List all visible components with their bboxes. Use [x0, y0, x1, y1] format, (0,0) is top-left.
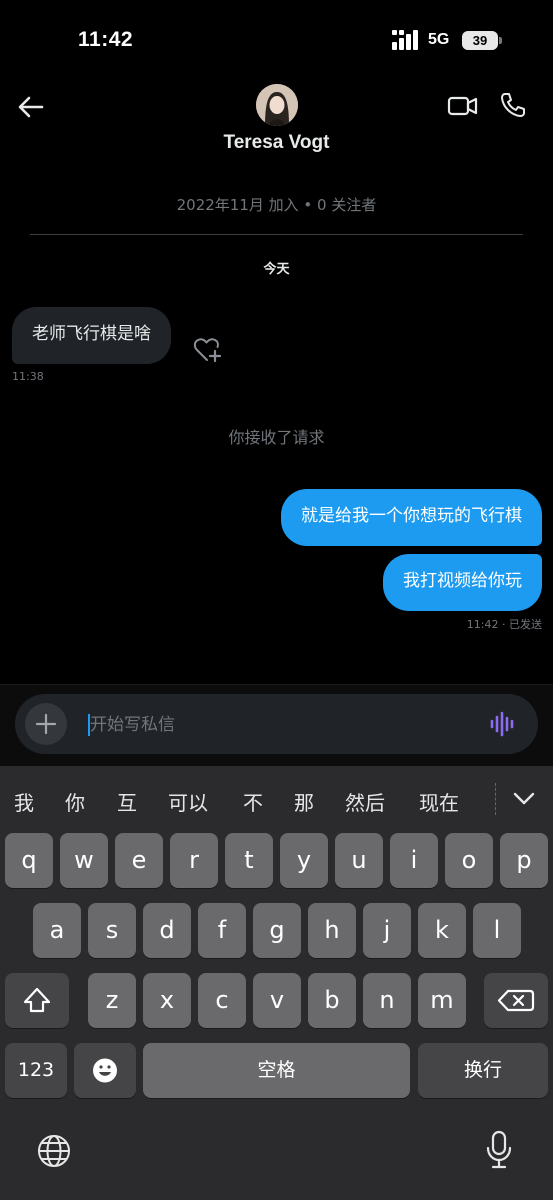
- key-t[interactable]: t: [225, 833, 273, 888]
- video-call-icon[interactable]: [447, 92, 479, 120]
- key-d[interactable]: d: [143, 903, 191, 958]
- candidate-word[interactable]: 那: [294, 787, 314, 816]
- key-v[interactable]: v: [253, 973, 301, 1028]
- candidate-word[interactable]: 互: [117, 787, 137, 816]
- status-time: 11:42: [78, 28, 134, 51]
- key-k[interactable]: k: [418, 903, 466, 958]
- message-bubble-outgoing[interactable]: 就是给我一个你想玩的飞行棋: [281, 489, 542, 546]
- key-h[interactable]: h: [308, 903, 356, 958]
- plus-icon: [35, 713, 57, 735]
- key-m[interactable]: m: [418, 973, 466, 1028]
- key-u[interactable]: u: [335, 833, 383, 888]
- back-arrow-icon[interactable]: [14, 90, 48, 124]
- key-n[interactable]: n: [363, 973, 411, 1028]
- globe-icon[interactable]: [36, 1133, 72, 1169]
- key-b[interactable]: b: [308, 973, 356, 1028]
- avatar-image: [256, 84, 298, 126]
- header-divider: [30, 234, 523, 235]
- key-w[interactable]: w: [60, 833, 108, 888]
- key-g[interactable]: g: [253, 903, 301, 958]
- message-bubble-outgoing[interactable]: 我打视频给你玩: [383, 554, 542, 611]
- key-o[interactable]: o: [445, 833, 493, 888]
- add-media-button[interactable]: [25, 703, 67, 745]
- key-c[interactable]: c: [198, 973, 246, 1028]
- key-y[interactable]: y: [280, 833, 328, 888]
- candidate-word[interactable]: 我: [14, 787, 34, 816]
- candidate-word[interactable]: 不: [243, 787, 263, 816]
- key-x[interactable]: x: [143, 973, 191, 1028]
- space-key[interactable]: 空格: [143, 1043, 410, 1098]
- key-p[interactable]: p: [500, 833, 548, 888]
- emoji-icon: [93, 1058, 117, 1083]
- candidate-word[interactable]: 你: [65, 787, 85, 816]
- avatar[interactable]: [256, 84, 298, 126]
- message-status: 11:42 · 已发送: [466, 618, 542, 631]
- key-r[interactable]: r: [170, 833, 218, 888]
- key-e[interactable]: e: [115, 833, 163, 888]
- contact-name[interactable]: Teresa Vogt: [0, 132, 553, 154]
- candidate-word[interactable]: 可以: [168, 787, 208, 816]
- shift-key[interactable]: [5, 973, 69, 1028]
- key-a[interactable]: a: [33, 903, 81, 958]
- message-input[interactable]: [90, 709, 470, 741]
- key-s[interactable]: s: [88, 903, 136, 958]
- battery-level: 39: [462, 31, 498, 50]
- phone-call-icon[interactable]: [498, 90, 528, 120]
- microphone-icon[interactable]: [484, 1130, 514, 1170]
- key-f[interactable]: f: [198, 903, 246, 958]
- battery-tip: [499, 37, 502, 44]
- chevron-down-icon[interactable]: [510, 786, 538, 810]
- shift-arrow-icon: [23, 987, 51, 1013]
- candidate-separator: [495, 783, 496, 815]
- network-type: 5G: [428, 31, 450, 48]
- key-j[interactable]: j: [363, 903, 411, 958]
- contact-meta: 2022年11月 加入 • 0 关注者: [176, 196, 377, 214]
- emoji-key[interactable]: [74, 1043, 136, 1098]
- message-bubble-incoming[interactable]: 老师飞行棋是啥: [12, 307, 171, 364]
- backspace-key[interactable]: [484, 973, 548, 1028]
- message-timestamp: 11:38: [12, 370, 44, 383]
- candidate-word[interactable]: 然后: [345, 787, 385, 816]
- key-q[interactable]: q: [5, 833, 53, 888]
- key-i[interactable]: i: [390, 833, 438, 888]
- signal-strength-icon: [392, 30, 418, 50]
- system-notice: 你接收了请求: [228, 428, 325, 447]
- key-z[interactable]: z: [88, 973, 136, 1028]
- candidate-word[interactable]: 现在: [419, 787, 459, 816]
- status-bar: 11:42 5G 39: [0, 0, 553, 80]
- date-separator: 今天: [263, 262, 290, 277]
- numbers-key[interactable]: 123: [5, 1043, 67, 1098]
- return-key[interactable]: 换行: [418, 1043, 548, 1098]
- voice-message-icon[interactable]: [488, 710, 518, 738]
- key-l[interactable]: l: [473, 903, 521, 958]
- backspace-icon: [497, 989, 535, 1012]
- add-reaction-heart-icon[interactable]: [193, 336, 223, 364]
